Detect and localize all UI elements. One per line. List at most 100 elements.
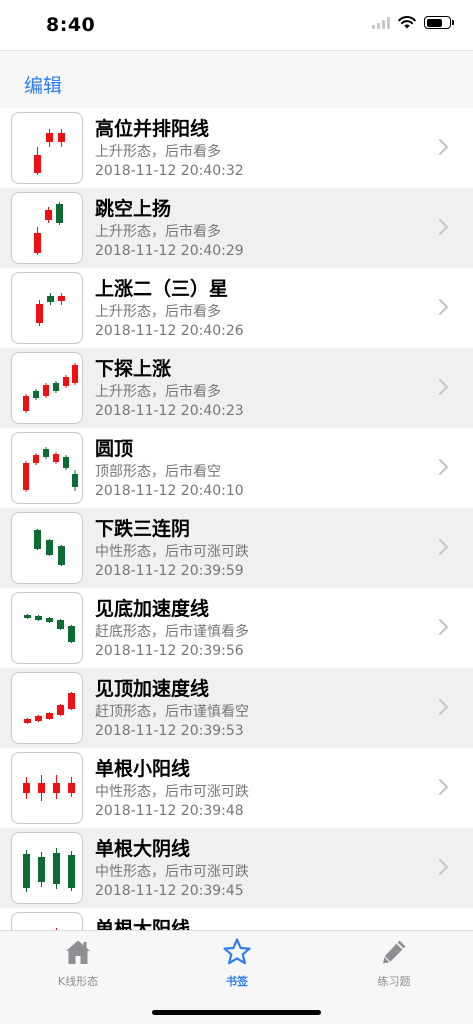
item-subtitle: 上升形态，后市看多 (95, 304, 221, 320)
list-item[interactable]: 圆顶 顶部形态，后市看空 2018-11-12 20:40:10 (0, 428, 473, 508)
item-timestamp: 2018-11-12 20:39:59 (95, 563, 244, 579)
status-time: 8:40 (46, 14, 96, 36)
item-timestamp: 2018-11-12 20:39:56 (95, 643, 244, 659)
item-title: 单根大阴线 (95, 838, 191, 860)
chevron-right-icon (439, 859, 448, 875)
pattern-thumbnail (11, 192, 83, 264)
candlestick (23, 777, 30, 799)
candlestick (58, 545, 65, 566)
chevron-right-icon (439, 539, 448, 555)
rising-stars-icon (36, 293, 65, 326)
candlestick (46, 129, 53, 147)
tab-exercises-label: 练习题 (377, 975, 411, 988)
item-subtitle: 顶部形态，后市看空 (95, 464, 221, 480)
candlestick (38, 852, 45, 887)
item-subtitle: 中性形态，后市可涨可跌 (95, 544, 249, 560)
list-item[interactable]: 单根大阳线 (0, 908, 473, 930)
candlestick (46, 712, 53, 720)
list-item[interactable]: 下跌三连阴中性形态，后市可涨可跌 2018-11-12 20:39:59 (0, 508, 473, 588)
item-title: 见顶加速度线 (95, 678, 210, 700)
candlestick (46, 539, 53, 556)
candlestick (35, 615, 42, 621)
item-timestamp: 2018-11-12 20:40:26 (95, 323, 244, 339)
item-subtitle: 上升形态，后市看多 (95, 384, 221, 400)
single-big-black-line-icon (23, 848, 75, 892)
dip-and-rise-icon (23, 363, 78, 413)
candlestick (43, 447, 49, 459)
list-item[interactable]: 单根大阴线 中性形态，后市可涨可跌 2018-11-12 20:39:45 (0, 828, 473, 908)
pattern-thumbnail (11, 832, 83, 904)
candlestick (68, 625, 75, 643)
candlestick (53, 452, 59, 464)
bookmark-list[interactable]: 高位并排阳线 上升形态，后市看多 2018-11-12 20:40:32 跳空上扬 上升… (0, 108, 473, 930)
candlestick (46, 617, 53, 623)
side-by-side-white-lines-icon (34, 129, 65, 175)
chevron-right-icon (439, 699, 448, 715)
candlestick (43, 383, 49, 398)
candlestick (53, 775, 60, 799)
list-item[interactable]: 见顶加速度线 赶顶形态，后市谨慎看空 2018-11-12 20:39:53 (0, 668, 473, 748)
item-title: 下探上涨 (95, 358, 172, 380)
candlestick (23, 394, 29, 413)
status-icons (372, 16, 454, 29)
pattern-thumbnail (11, 752, 83, 824)
chevron-right-icon (439, 299, 448, 315)
pattern-thumbnail (11, 512, 83, 584)
pattern-thumbnail (11, 432, 83, 504)
item-timestamp: 2018-11-12 20:39:48 (95, 803, 244, 819)
candlestick (34, 227, 41, 255)
candlestick (33, 453, 39, 465)
list-item[interactable]: 见底加速度线 赶底形态，后市谨慎看多 2018-11-12 20:39:56 (0, 588, 473, 668)
list-item[interactable]: 高位并排阳线 上升形态，后市看多 2018-11-12 20:40:32 (0, 108, 473, 188)
list-item[interactable]: 单根小阳线 中性形态，后市可涨可跌 2018-11-12 20:39:48 (0, 748, 473, 828)
single-big-white-line-icon (56, 928, 57, 930)
candlestick (63, 455, 69, 470)
pencil-icon (383, 940, 406, 964)
edit-button[interactable]: 编辑 (24, 71, 62, 98)
candlestick (34, 147, 41, 175)
top-acceleration-icon (24, 692, 75, 724)
item-subtitle: 上升形态，后市看多 (95, 144, 221, 160)
battery-icon (424, 16, 454, 29)
item-timestamp: 2018-11-12 20:40:29 (95, 243, 244, 259)
wifi-icon (398, 16, 416, 29)
item-timestamp: 2018-11-12 20:40:23 (95, 403, 244, 419)
candlestick (35, 715, 42, 722)
pattern-thumbnail (11, 272, 83, 344)
item-subtitle: 中性形态，后市可涨可跌 (95, 784, 249, 800)
item-subtitle: 赶底形态，后市谨慎看多 (95, 624, 249, 640)
rounded-top-icon (23, 447, 78, 492)
chevron-right-icon (439, 219, 448, 235)
candlestick (34, 529, 41, 550)
tab-kline-patterns[interactable]: K线形态 (28, 937, 128, 991)
candlestick (33, 389, 39, 400)
pattern-thumbnail (11, 912, 83, 930)
list-item[interactable]: 上涨二（三）星上升形态，后市看多 2018-11-12 20:40:26 (0, 268, 473, 348)
item-title: 上涨二（三）星 (95, 278, 229, 300)
tab-bookmarks[interactable]: 书签 (187, 937, 287, 991)
item-title: 下跌三连阴 (95, 518, 191, 540)
chevron-right-icon (439, 779, 448, 795)
candlestick (57, 704, 64, 716)
list-item[interactable]: 跳空上扬 上升形态，后市看多 2018-11-12 20:40:29 (0, 188, 473, 268)
chevron-right-icon (439, 619, 448, 635)
item-title: 高位并排阳线 (95, 118, 210, 140)
item-title: 跳空上扬 (95, 198, 172, 220)
item-title: 单根大阳线 (95, 918, 191, 930)
chevron-right-icon (439, 139, 448, 155)
status-bar: 8:40 (0, 0, 473, 50)
tab-exercises[interactable]: 练习题 (344, 937, 444, 991)
list-item[interactable]: 下探上涨上升形态，后市看多 2018-11-12 20:40:23 (0, 348, 473, 428)
candlestick (57, 619, 64, 630)
candlestick (24, 718, 31, 724)
star-icon (223, 938, 251, 965)
candlestick (23, 461, 29, 492)
candlestick (72, 363, 78, 385)
item-timestamp: 2018-11-12 20:40:10 (95, 483, 244, 499)
pattern-thumbnail (11, 112, 83, 184)
candlestick (45, 207, 52, 223)
bottom-acceleration-icon (24, 614, 75, 643)
candlestick (58, 129, 65, 147)
upside-gap-icon (34, 202, 63, 255)
candlestick (68, 692, 75, 710)
